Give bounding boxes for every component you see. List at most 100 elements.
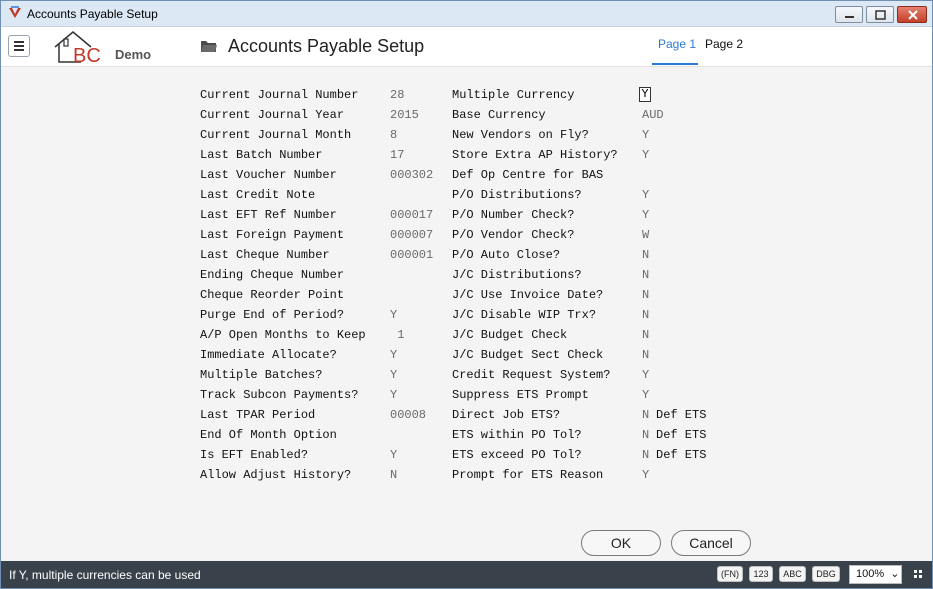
- minimize-button[interactable]: [835, 6, 863, 23]
- field-value[interactable]: 8: [390, 128, 397, 142]
- field-value[interactable]: AUD: [642, 108, 664, 122]
- maximize-icon: [875, 10, 886, 20]
- folder-icon: [201, 41, 217, 52]
- field-value[interactable]: N: [642, 248, 649, 262]
- field-label: P/O Distributions?: [452, 188, 582, 202]
- field-label: Last Voucher Number: [200, 168, 337, 182]
- field-label: P/O Vendor Check?: [452, 228, 575, 242]
- def-ets-label: Def ETS: [656, 448, 707, 462]
- close-button[interactable]: [897, 6, 927, 23]
- field-value[interactable]: Y: [642, 468, 649, 482]
- field-value[interactable]: 28: [390, 88, 404, 102]
- grid-icon[interactable]: [914, 570, 922, 578]
- field-label: P/O Auto Close?: [452, 248, 561, 262]
- field-label: J/C Budget Sect Check: [452, 348, 604, 362]
- field-label: Current Journal Year: [200, 108, 345, 122]
- field-value[interactable]: N: [642, 428, 649, 442]
- field-value[interactable]: Y: [642, 148, 649, 162]
- page-header: BC Demo Accounts Payable Setup Page 1 Pa…: [1, 27, 932, 67]
- tab-page-1[interactable]: Page 1: [652, 37, 698, 65]
- field-label: ETS exceed PO Tol?: [452, 448, 582, 462]
- field-value[interactable]: 000017: [390, 208, 433, 222]
- field-label: Last EFT Ref Number: [200, 208, 337, 222]
- field-label: Track Subcon Payments?: [200, 388, 359, 402]
- multiple-currency-input[interactable]: Y: [639, 87, 651, 102]
- field-value[interactable]: 000007: [390, 228, 433, 242]
- field-value[interactable]: 17: [390, 148, 404, 162]
- field-value[interactable]: Y: [642, 208, 649, 222]
- field-value[interactable]: 2015: [390, 108, 419, 122]
- field-label: Last Credit Note: [200, 188, 316, 202]
- cancel-button[interactable]: Cancel: [671, 530, 751, 556]
- logo-subtitle: Demo: [115, 47, 152, 62]
- fn-chip[interactable]: (FN): [717, 566, 743, 582]
- field-value[interactable]: 000001: [390, 248, 433, 262]
- field-label: P/O Number Check?: [452, 208, 575, 222]
- field-label: Prompt for ETS Reason: [452, 468, 604, 482]
- field-label: Cheque Reorder Point: [200, 288, 345, 302]
- debug-chip[interactable]: DBG: [812, 566, 840, 582]
- chevron-down-icon: ⌄: [890, 568, 900, 580]
- window-title: Accounts Payable Setup: [27, 7, 158, 21]
- tab-page-2[interactable]: Page 2: [705, 37, 743, 65]
- def-ets-label: Def ETS: [656, 428, 707, 442]
- field-value[interactable]: 00008: [390, 408, 426, 422]
- field-value[interactable]: N: [390, 468, 397, 482]
- field-value[interactable]: Y: [390, 368, 397, 382]
- field-label: Current Journal Month: [200, 128, 352, 142]
- zoom-value: 100%: [856, 568, 885, 580]
- field-value[interactable]: Y: [642, 128, 649, 142]
- field-value[interactable]: 1: [390, 328, 404, 342]
- field-label: Def Op Centre for BAS: [452, 168, 604, 182]
- menu-icon: [14, 41, 24, 43]
- field-label: Is EFT Enabled?: [200, 448, 309, 462]
- ok-button[interactable]: OK: [581, 530, 661, 556]
- app-logo-icon: [9, 6, 21, 18]
- field-value[interactable]: Y: [390, 308, 397, 322]
- title-bar: Accounts Payable Setup: [1, 1, 932, 27]
- zoom-select[interactable]: 100% ⌄: [849, 565, 902, 584]
- field-label: Multiple Batches?: [200, 368, 323, 382]
- field-value[interactable]: N: [642, 288, 649, 302]
- field-label: Suppress ETS Prompt: [452, 388, 589, 402]
- field-value[interactable]: Y: [390, 388, 397, 402]
- field-value[interactable]: 000302: [390, 168, 433, 182]
- field-label: Last Cheque Number: [200, 248, 330, 262]
- numeric-chip[interactable]: 123: [749, 566, 773, 582]
- field-label: Last TPAR Period: [200, 408, 316, 422]
- field-value[interactable]: Y: [642, 188, 649, 202]
- field-value[interactable]: Y: [390, 448, 397, 462]
- field-label: Allow Adjust History?: [200, 468, 352, 482]
- app-window: Accounts Payable Setup BC Demo Accounts …: [0, 0, 933, 589]
- field-label: J/C Use Invoice Date?: [452, 288, 604, 302]
- field-value[interactable]: N: [642, 448, 649, 462]
- field-value[interactable]: N: [642, 328, 649, 342]
- field-label: J/C Distributions?: [452, 268, 582, 282]
- field-label: Last Batch Number: [200, 148, 323, 162]
- field-value[interactable]: N: [642, 348, 649, 362]
- def-ets-label: Def ETS: [656, 408, 707, 422]
- field-label: New Vendors on Fly?: [452, 128, 589, 142]
- field-label: Last Foreign Payment: [200, 228, 345, 242]
- field-label: Store Extra AP History?: [452, 148, 618, 162]
- field-value[interactable]: N: [642, 308, 649, 322]
- minimize-icon: [845, 16, 854, 18]
- alpha-chip[interactable]: ABC: [779, 566, 806, 582]
- field-label: Ending Cheque Number: [200, 268, 345, 282]
- field-label: ETS within PO Tol?: [452, 428, 582, 442]
- field-label: A/P Open Months to Keep: [200, 328, 366, 342]
- field-value[interactable]: Y: [642, 368, 649, 382]
- field-value[interactable]: N: [642, 408, 649, 422]
- logo-text: BC: [73, 45, 101, 65]
- field-value[interactable]: Y: [390, 348, 397, 362]
- field-label: End Of Month Option: [200, 428, 337, 442]
- field-value[interactable]: W: [642, 228, 649, 242]
- status-message: If Y, multiple currencies can be used: [9, 568, 201, 582]
- menu-button[interactable]: [8, 35, 30, 57]
- close-icon: [908, 10, 918, 20]
- field-label: Direct Job ETS?: [452, 408, 561, 422]
- field-value[interactable]: N: [642, 268, 649, 282]
- field-label: Purge End of Period?: [200, 308, 345, 322]
- field-value[interactable]: Y: [642, 388, 649, 402]
- maximize-button[interactable]: [866, 6, 894, 23]
